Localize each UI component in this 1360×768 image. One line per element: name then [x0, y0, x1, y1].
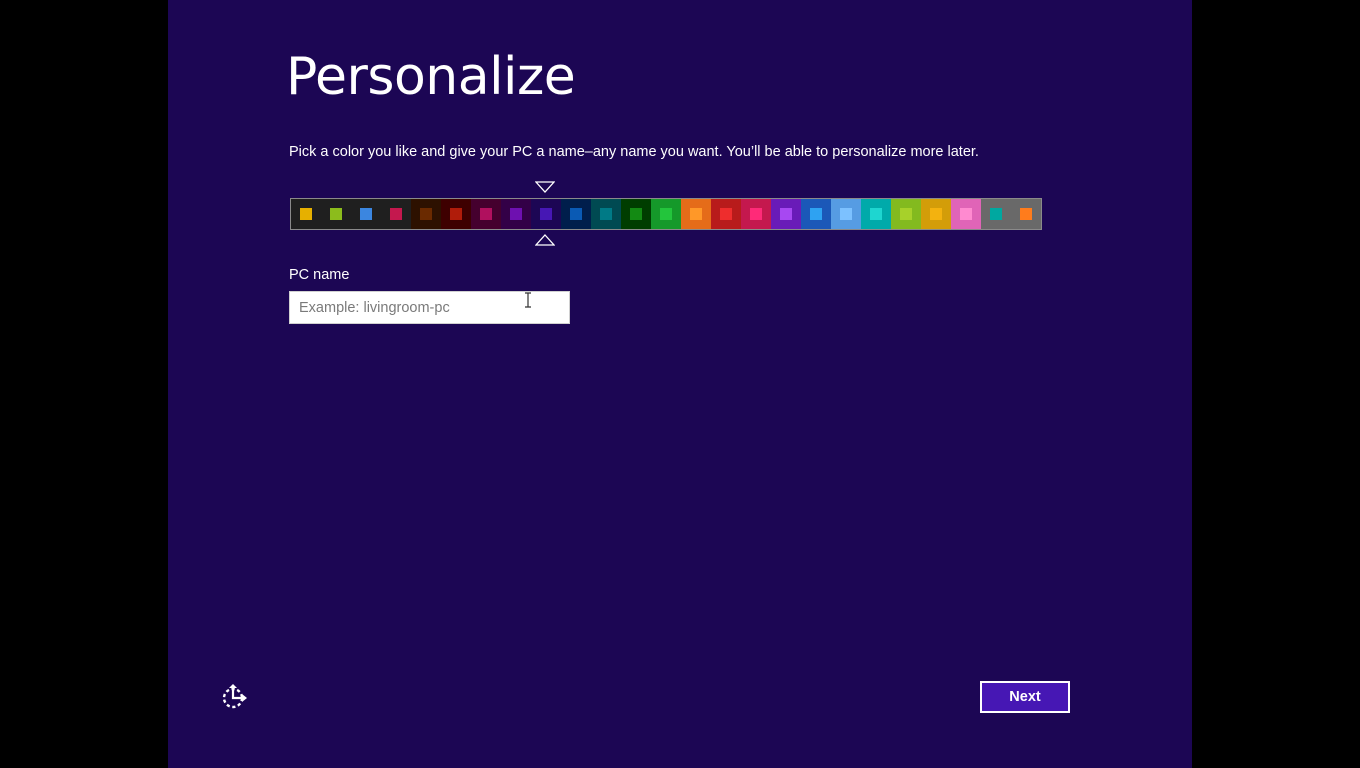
color-swatch-chip	[840, 208, 852, 220]
page-title: Personalize	[286, 47, 576, 107]
color-swatch-chip	[420, 208, 432, 220]
color-swatch-chip	[990, 208, 1002, 220]
color-swatch[interactable]	[411, 199, 441, 229]
text-cursor-icon	[525, 292, 531, 308]
color-swatch[interactable]	[531, 199, 561, 229]
color-swatch-chip	[330, 208, 342, 220]
color-swatch[interactable]	[921, 199, 951, 229]
color-swatch-chip	[600, 208, 612, 220]
color-swatch[interactable]	[1011, 199, 1041, 229]
color-swatch[interactable]	[741, 199, 771, 229]
color-swatch[interactable]	[591, 199, 621, 229]
next-button[interactable]: Next	[980, 681, 1070, 713]
color-swatch-chip	[390, 208, 402, 220]
color-swatch[interactable]	[801, 199, 831, 229]
color-swatch[interactable]	[321, 199, 351, 229]
color-swatch-chip	[570, 208, 582, 220]
selection-marker-bottom-icon	[535, 234, 555, 246]
ease-of-access-icon[interactable]	[220, 683, 248, 711]
color-swatch[interactable]	[681, 199, 711, 229]
color-swatch[interactable]	[621, 199, 651, 229]
color-picker[interactable]	[290, 198, 1042, 230]
selection-marker-top-icon	[535, 181, 555, 193]
color-swatch[interactable]	[471, 199, 501, 229]
color-swatch-chip	[750, 208, 762, 220]
color-swatch[interactable]	[441, 199, 471, 229]
color-swatch-chip	[450, 208, 462, 220]
color-swatch[interactable]	[981, 199, 1011, 229]
color-swatch[interactable]	[651, 199, 681, 229]
pc-name-label: PC name	[289, 267, 350, 283]
color-swatch-chip	[900, 208, 912, 220]
color-swatch[interactable]	[771, 199, 801, 229]
color-swatch[interactable]	[951, 199, 981, 229]
color-swatch[interactable]	[561, 199, 591, 229]
color-swatch[interactable]	[861, 199, 891, 229]
page-description: Pick a color you like and give your PC a…	[289, 144, 979, 160]
color-swatch[interactable]	[831, 199, 861, 229]
color-swatch-chip	[1020, 208, 1032, 220]
color-swatch[interactable]	[291, 199, 321, 229]
color-swatch-chip	[540, 208, 552, 220]
color-swatch-chip	[930, 208, 942, 220]
color-swatch[interactable]	[501, 199, 531, 229]
color-swatch-chip	[960, 208, 972, 220]
color-swatch-chip	[480, 208, 492, 220]
oobe-personalize-screen: Personalize Pick a color you like and gi…	[168, 0, 1192, 768]
color-swatch-chip	[720, 208, 732, 220]
color-swatch-chip	[690, 208, 702, 220]
color-swatch-chip	[780, 208, 792, 220]
color-swatch[interactable]	[711, 199, 741, 229]
color-swatch-chip	[300, 208, 312, 220]
color-swatch-chip	[510, 208, 522, 220]
color-swatch-chip	[630, 208, 642, 220]
color-swatch[interactable]	[891, 199, 921, 229]
color-swatch-chip	[810, 208, 822, 220]
color-swatch-chip	[870, 208, 882, 220]
color-swatch[interactable]	[381, 199, 411, 229]
color-swatch[interactable]	[351, 199, 381, 229]
color-swatch-chip	[360, 208, 372, 220]
color-swatch-chip	[660, 208, 672, 220]
